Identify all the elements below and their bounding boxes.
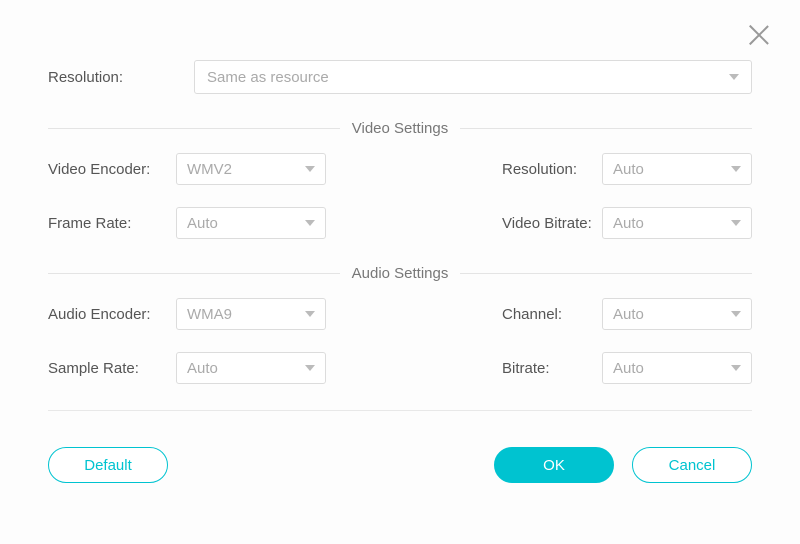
chevron-down-icon	[731, 220, 741, 226]
sample-rate-value: Auto	[187, 360, 218, 377]
audio-encoder-value: WMA9	[187, 306, 232, 323]
ok-button[interactable]: OK	[494, 447, 614, 483]
audio-bitrate-dropdown[interactable]: Auto	[602, 352, 752, 384]
chevron-down-icon	[305, 166, 315, 172]
video-resolution-label: Resolution:	[474, 161, 602, 178]
default-button[interactable]: Default	[48, 447, 168, 483]
channel-label: Channel:	[474, 306, 602, 323]
video-encoder-value: WMV2	[187, 161, 232, 178]
close-icon[interactable]	[746, 22, 772, 48]
video-resolution-dropdown[interactable]: Auto	[602, 153, 752, 185]
chevron-down-icon	[729, 74, 739, 80]
sample-rate-dropdown[interactable]: Auto	[176, 352, 326, 384]
divider	[48, 410, 752, 411]
resolution-label: Resolution:	[48, 69, 176, 86]
video-settings-header: Video Settings	[48, 120, 752, 137]
chevron-down-icon	[731, 166, 741, 172]
video-settings-title: Video Settings	[352, 120, 448, 137]
frame-rate-label: Frame Rate:	[48, 215, 176, 232]
audio-settings-header: Audio Settings	[48, 265, 752, 282]
chevron-down-icon	[305, 220, 315, 226]
resolution-value: Same as resource	[207, 69, 329, 86]
audio-encoder-label: Audio Encoder:	[48, 306, 176, 323]
video-bitrate-dropdown[interactable]: Auto	[602, 207, 752, 239]
frame-rate-value: Auto	[187, 215, 218, 232]
audio-settings-title: Audio Settings	[352, 265, 449, 282]
video-resolution-value: Auto	[613, 161, 644, 178]
chevron-down-icon	[305, 365, 315, 371]
channel-dropdown[interactable]: Auto	[602, 298, 752, 330]
sample-rate-label: Sample Rate:	[48, 360, 176, 377]
video-encoder-label: Video Encoder:	[48, 161, 176, 178]
audio-bitrate-value: Auto	[613, 360, 644, 377]
chevron-down-icon	[305, 311, 315, 317]
chevron-down-icon	[731, 311, 741, 317]
video-bitrate-value: Auto	[613, 215, 644, 232]
video-encoder-dropdown[interactable]: WMV2	[176, 153, 326, 185]
audio-encoder-dropdown[interactable]: WMA9	[176, 298, 326, 330]
channel-value: Auto	[613, 306, 644, 323]
audio-bitrate-label: Bitrate:	[474, 360, 602, 377]
cancel-button[interactable]: Cancel	[632, 447, 752, 483]
frame-rate-dropdown[interactable]: Auto	[176, 207, 326, 239]
video-bitrate-label: Video Bitrate:	[474, 215, 602, 232]
chevron-down-icon	[731, 365, 741, 371]
resolution-dropdown[interactable]: Same as resource	[194, 60, 752, 94]
